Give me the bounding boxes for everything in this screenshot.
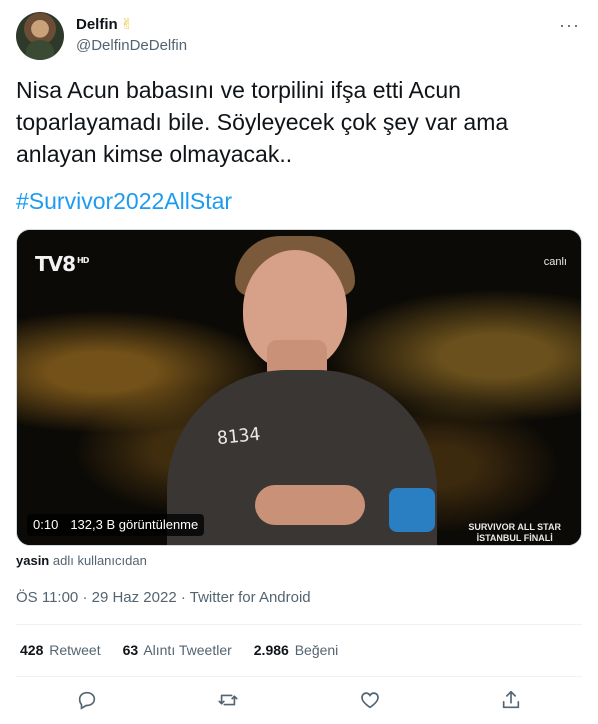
media-attribution: yasin adlı kullanıcıdan xyxy=(16,553,147,568)
retweet-icon xyxy=(218,694,238,706)
tweet-time[interactable]: ÖS 11:00 xyxy=(16,589,78,606)
likes-stat[interactable]: 2.986 Beğeni xyxy=(254,642,339,658)
heart-icon xyxy=(360,692,379,709)
retweet-button[interactable] xyxy=(217,689,239,711)
quotes-label: Alıntı Tweetler xyxy=(143,642,232,658)
meta-separator-1: · xyxy=(82,589,88,606)
attribution-user[interactable]: yasin xyxy=(16,553,49,568)
tweet-meta: ÖS 11:00 · 29 Haz 2022 · Twitter for And… xyxy=(16,589,311,606)
meta-separator-2: · xyxy=(180,589,186,606)
likes-count: 2.986 xyxy=(253,642,289,658)
more-options-icon[interactable]: ··· xyxy=(559,16,580,34)
attribution-suffix: adlı kullanıcıdan xyxy=(52,553,147,568)
share-icon xyxy=(503,690,520,709)
jersey-number: 8134 xyxy=(216,423,262,450)
show-title-line2: İSTANBUL FİNALİ xyxy=(476,533,553,543)
channel-logo-text: TV8 xyxy=(35,252,76,276)
show-title-line1: SURVIVOR ALL STAR xyxy=(468,522,561,532)
divider-top xyxy=(16,624,582,625)
tweet-header: Delfin ✌ @DelfinDeDelfin ··· xyxy=(16,12,582,62)
video-person-hands xyxy=(255,485,365,525)
video-overlay: 0:10 132,3 B görüntülenme xyxy=(27,514,205,536)
likes-label: Beğeni xyxy=(294,642,339,658)
tweet-text: Nisa Acun babasını ve torpilini ifşa ett… xyxy=(16,77,509,167)
reply-button[interactable] xyxy=(76,689,98,711)
like-button[interactable] xyxy=(359,689,381,711)
tweet-date[interactable]: 29 Haz 2022 xyxy=(92,589,177,606)
avatar[interactable] xyxy=(16,12,64,60)
author-names: Delfin ✌ @DelfinDeDelfin xyxy=(76,15,187,54)
display-name[interactable]: Delfin xyxy=(76,16,118,33)
retweets-label: Retweet xyxy=(49,642,101,658)
tweet: Delfin ✌ @DelfinDeDelfin ··· Nisa Acun ba… xyxy=(0,0,598,724)
tweet-stats: 428 Retweet 63 Alıntı Tweetler 2.986 Beğ… xyxy=(20,642,338,658)
hashtag-link[interactable]: #Survivor2022AllStar xyxy=(16,185,232,217)
video-duration: 0:10 132,3 B görüntülenme xyxy=(27,514,205,536)
views-value: 132,3 B görüntülenme xyxy=(70,517,199,532)
show-title: SURVIVOR ALL STAR İSTANBUL FİNALİ xyxy=(468,522,561,544)
video-player[interactable]: 8134 TV8 HD canlı SURVIVOR ALL STAR İSTAN… xyxy=(16,229,582,546)
retweets-count: 428 xyxy=(20,642,44,658)
user-handle[interactable]: @DelfinDeDelfin xyxy=(76,37,187,54)
duration-value: 0:10 xyxy=(33,517,59,532)
tweet-actions xyxy=(16,688,582,712)
channel-logo-hd: HD xyxy=(77,256,89,266)
tweet-source[interactable]: Twitter for Android xyxy=(190,589,311,606)
live-label: canlı xyxy=(543,256,567,268)
retweets-stat[interactable]: 428 Retweet xyxy=(20,642,101,658)
video-armband xyxy=(389,488,435,532)
victory-hand-icon: ✌ xyxy=(120,16,134,33)
quotes-count: 63 xyxy=(122,642,139,658)
divider-bottom xyxy=(16,676,582,677)
share-button[interactable] xyxy=(500,689,522,711)
channel-logo: TV8 HD xyxy=(35,252,89,276)
quotes-stat[interactable]: 63 Alıntı Tweetler xyxy=(123,642,232,658)
reply-icon xyxy=(78,691,95,710)
